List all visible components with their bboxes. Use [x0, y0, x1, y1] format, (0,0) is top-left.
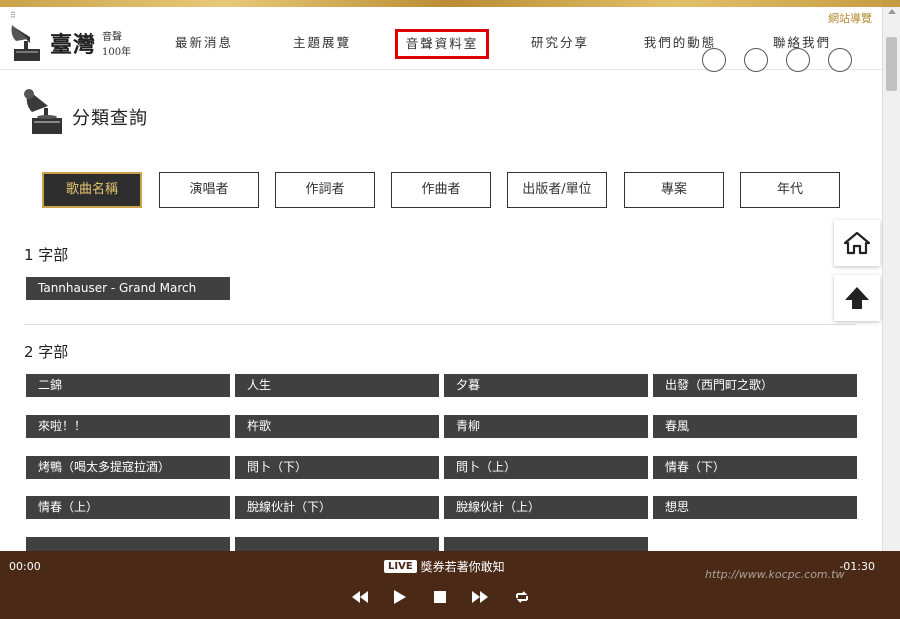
home-button[interactable] — [834, 220, 880, 266]
social-icons — [700, 48, 860, 74]
song-item[interactable]: 二錦 — [26, 374, 230, 397]
song-item[interactable]: 問卜（下） — [235, 456, 439, 479]
song-item[interactable]: 情春（下） — [653, 456, 857, 479]
section-heading-2char: 2 字部 — [24, 343, 69, 361]
page-heading: 分類查詢 — [22, 86, 222, 141]
song-item-partial[interactable] — [235, 537, 439, 551]
fast-forward-icon — [472, 591, 488, 603]
social-icon-4[interactable] — [828, 48, 852, 72]
song-item[interactable]: 脫線伙計（下） — [235, 496, 439, 519]
tab-project[interactable]: 專案 — [624, 172, 724, 208]
section-heading-1char: 1 字部 — [24, 246, 69, 264]
play-icon — [394, 590, 406, 604]
song-item[interactable]: 烤鴨（喝太多提寇拉酒） — [26, 456, 230, 479]
play-button[interactable] — [390, 587, 410, 607]
category-tabs: 歌曲名稱 演唱者 作詞者 作曲者 出版者/單位 專案 年代 — [42, 172, 842, 208]
logo-year: 100年 — [102, 47, 132, 58]
song-item-partial[interactable] — [26, 537, 230, 551]
stop-button[interactable] — [430, 587, 450, 607]
drag-grip-icon[interactable]: ⠿ — [10, 11, 16, 20]
sitemap-link[interactable]: 網站導覽 — [828, 10, 872, 26]
song-item[interactable]: 想思 — [653, 496, 857, 519]
song-item[interactable]: 春風 — [653, 415, 857, 438]
song-item[interactable]: 問卜（上） — [444, 456, 648, 479]
audio-player: 00:00 -01:30 LIVE 獎券若著你敢知 — [0, 551, 900, 619]
song-item[interactable]: Tannhauser - Grand March — [26, 277, 230, 300]
gramophone-logo-icon — [11, 25, 40, 61]
now-playing: LIVE 獎券若著你敢知 — [384, 558, 505, 575]
social-icon-2[interactable] — [744, 48, 768, 72]
previous-button[interactable] — [350, 587, 370, 607]
scroll-up-arrow-icon[interactable] — [888, 9, 896, 14]
page-scrollbar[interactable] — [882, 7, 900, 552]
arrow-up-icon — [845, 287, 869, 309]
tab-singer[interactable]: 演唱者 — [159, 172, 259, 208]
site-logo[interactable]: 臺灣 音聲 100年 — [10, 23, 135, 63]
nav-news[interactable]: 最新消息 — [145, 29, 263, 59]
home-icon — [844, 231, 870, 255]
song-item[interactable]: 杵歌 — [235, 415, 439, 438]
nav-research[interactable]: 研究分享 — [501, 29, 619, 59]
song-item[interactable]: 夕暮 — [444, 374, 648, 397]
page-title: 分類查詢 — [72, 108, 148, 129]
tab-song-name[interactable]: 歌曲名稱 — [42, 172, 142, 208]
section-divider — [24, 324, 856, 325]
top-gold-stripe — [0, 0, 900, 7]
live-badge: LIVE — [384, 560, 417, 573]
time-remaining: -01:30 — [839, 560, 875, 573]
stop-icon — [434, 591, 446, 603]
song-item[interactable]: 人生 — [235, 374, 439, 397]
tab-lyricist[interactable]: 作詞者 — [275, 172, 375, 208]
song-item[interactable]: 情春（上） — [26, 496, 230, 519]
tab-publisher[interactable]: 出版者/單位 — [507, 172, 607, 208]
repeat-icon — [516, 591, 528, 603]
logo-title: 臺灣 — [50, 32, 97, 58]
social-icon-1[interactable] — [702, 48, 726, 72]
back-to-top-button[interactable] — [834, 275, 880, 321]
track-title: 獎券若著你敢知 — [420, 560, 505, 574]
song-item[interactable]: 來啦！！ — [26, 415, 230, 438]
song-item[interactable]: 脫線伙計（上） — [444, 496, 648, 519]
gramophone-icon — [24, 89, 62, 134]
song-item-partial[interactable] — [444, 537, 648, 551]
song-item[interactable]: 青柳 — [444, 415, 648, 438]
nav-sound-archive[interactable]: 音聲資料室 — [395, 29, 489, 59]
logo-subtitle: 音聲 — [102, 32, 122, 43]
next-button[interactable] — [470, 587, 490, 607]
repeat-button[interactable] — [512, 587, 532, 607]
time-elapsed: 00:00 — [9, 560, 41, 573]
nav-exhibitions[interactable]: 主題展覽 — [263, 29, 381, 59]
tab-year[interactable]: 年代 — [740, 172, 840, 208]
song-item[interactable]: 出發（西門町之歌） — [653, 374, 857, 397]
rewind-icon — [352, 591, 368, 603]
scroll-thumb[interactable] — [886, 37, 897, 91]
watermark-text: http://www.kocpc.com.tw — [705, 568, 845, 581]
tab-composer[interactable]: 作曲者 — [391, 172, 491, 208]
social-icon-3[interactable] — [786, 48, 810, 72]
